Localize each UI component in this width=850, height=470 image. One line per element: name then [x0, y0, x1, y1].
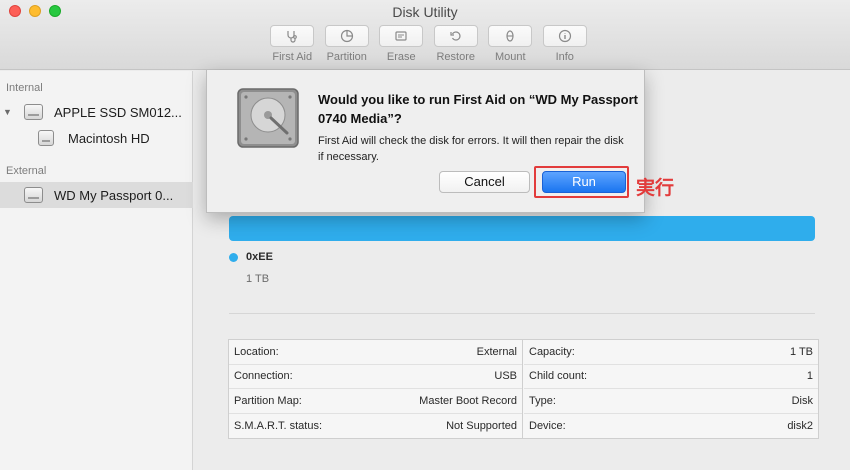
info-value: 1 TB	[789, 345, 813, 358]
sidebar: Internal ▼ APPLE SSD SM012... Macintosh …	[0, 71, 193, 470]
cancel-button[interactable]: Cancel	[439, 171, 530, 193]
window-title: Disk Utility	[392, 4, 458, 20]
erase-icon	[395, 31, 407, 41]
toolbar: First Aid Partition Erase Restore Mount	[265, 25, 592, 63]
first-aid-button[interactable]	[270, 25, 315, 47]
info-row: Connection: USB	[229, 365, 522, 389]
info-key: Location:	[234, 345, 279, 358]
info-value: External	[476, 345, 517, 358]
partition-button[interactable]	[324, 25, 369, 47]
mount-tool[interactable]: Mount	[483, 25, 538, 63]
dialog-title: Would you like to run First Aid on “WD M…	[318, 92, 638, 126]
disk-info-table: Location: External Connection: USB Parti…	[228, 339, 819, 439]
first-aid-label: First Aid	[272, 51, 313, 63]
info-column-left: Location: External Connection: USB Parti…	[229, 340, 523, 438]
erase-button[interactable]	[379, 25, 424, 47]
run-highlight-box	[534, 166, 629, 198]
partition-size: 1 TB	[246, 273, 270, 285]
first-aid-tool[interactable]: First Aid	[265, 25, 320, 63]
sidebar-item-wd-my-passport[interactable]: WD My Passport 0...	[0, 182, 193, 208]
sidebar-item-label: WD My Passport 0...	[54, 187, 174, 203]
sidebar-item-apple-ssd[interactable]: ▼ APPLE SSD SM012...	[0, 99, 193, 125]
sidebar-item-label: APPLE SSD SM012...	[54, 104, 182, 120]
internal-disk-icon	[24, 104, 43, 120]
erase-label: Erase	[386, 51, 416, 63]
restore-button[interactable]	[433, 25, 478, 47]
info-column-right: Capacity: 1 TB Child count: 1 Type: Disk…	[524, 340, 818, 438]
title-bar: Disk Utility First Aid Partition Erase R…	[0, 0, 850, 70]
partition-name: 0xEE	[246, 251, 273, 263]
info-value: USB	[494, 370, 517, 383]
mount-label: Mount	[494, 51, 526, 63]
info-row: Device: disk2	[524, 414, 818, 439]
info-row: S.M.A.R.T. status: Not Supported	[229, 414, 522, 439]
info-value: Disk	[791, 394, 813, 407]
mount-icon	[506, 30, 514, 42]
divider	[229, 313, 815, 314]
external-section-header: External	[6, 165, 47, 177]
external-disk-icon	[24, 187, 43, 203]
sidebar-item-label: Macintosh HD	[68, 130, 150, 146]
erase-tool[interactable]: Erase	[374, 25, 429, 63]
info-key: Type:	[529, 394, 556, 407]
info-label: Info	[555, 51, 574, 63]
disk-usage-bar	[229, 216, 815, 241]
partition-label: Partition	[326, 51, 367, 63]
info-key: Device:	[529, 419, 566, 432]
restore-icon	[450, 31, 461, 41]
internal-section-header: Internal	[6, 82, 43, 94]
info-row: Child count: 1	[524, 365, 818, 389]
disclosure-triangle-icon[interactable]: ▼	[3, 107, 12, 117]
partition-tool[interactable]: Partition	[320, 25, 375, 63]
info-key: Connection:	[234, 370, 293, 383]
hard-drive-icon	[237, 88, 299, 148]
info-value: disk2	[787, 419, 813, 432]
info-value: Master Boot Record	[419, 394, 517, 407]
info-icon	[558, 29, 571, 43]
pie-chart-icon	[340, 29, 353, 43]
mount-button[interactable]	[488, 25, 533, 47]
info-row: Type: Disk	[524, 389, 818, 414]
info-key: S.M.A.R.T. status:	[234, 419, 323, 432]
info-value: Not Supported	[446, 419, 517, 432]
info-value: 1	[806, 370, 813, 383]
restore-tool[interactable]: Restore	[429, 25, 484, 63]
info-row: Capacity: 1 TB	[524, 340, 818, 365]
info-tool[interactable]: Info	[538, 25, 593, 63]
info-key: Capacity:	[529, 345, 575, 358]
info-row: Location: External	[229, 340, 522, 365]
info-row: Partition Map: Master Boot Record	[229, 389, 522, 414]
sidebar-item-macintosh-hd[interactable]: Macintosh HD	[0, 125, 193, 151]
info-key: Child count:	[529, 370, 588, 383]
dialog-message: First Aid will check the disk for errors…	[318, 135, 624, 163]
partition-color-dot	[229, 253, 238, 262]
restore-label: Restore	[436, 51, 476, 63]
annotation-label: 実行	[636, 177, 675, 199]
info-button[interactable]	[542, 25, 587, 47]
stethoscope-icon	[287, 31, 298, 43]
volume-icon	[38, 130, 54, 146]
info-key: Partition Map:	[234, 394, 302, 407]
